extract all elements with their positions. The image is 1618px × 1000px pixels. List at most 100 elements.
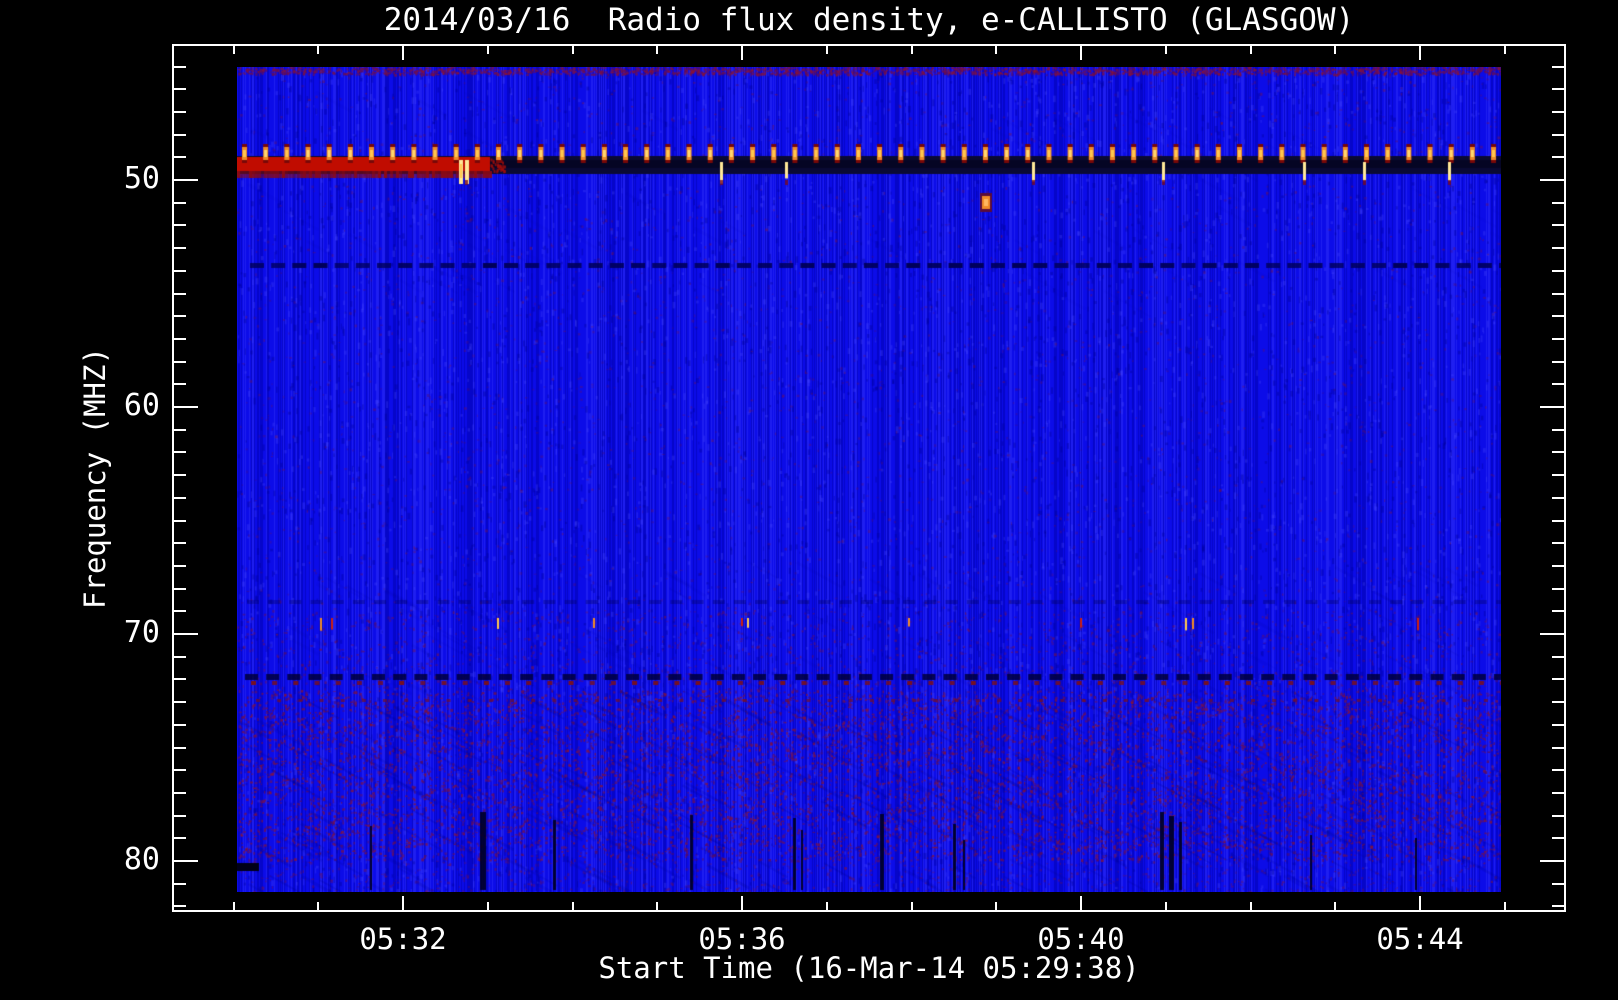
x-minor-tick — [487, 902, 489, 912]
y-minor-tick — [172, 610, 186, 612]
y-minor-tick-right — [1552, 678, 1566, 680]
y-axis-title: Frequency (MHZ) — [78, 347, 112, 609]
y-tick-label: 50 — [123, 161, 160, 196]
y-minor-tick-right — [1552, 383, 1566, 385]
x-minor-tick — [656, 902, 658, 912]
y-minor-tick — [172, 88, 186, 90]
y-minor-tick — [172, 338, 186, 340]
y-minor-tick — [172, 905, 186, 907]
y-minor-tick-right — [1552, 66, 1566, 68]
y-minor-tick-right — [1552, 134, 1566, 136]
y-minor-tick — [172, 111, 186, 113]
x-minor-tick — [572, 902, 574, 912]
y-minor-tick-right — [1552, 338, 1566, 340]
y-minor-tick — [172, 224, 186, 226]
y-minor-tick-right — [1552, 588, 1566, 590]
y-minor-tick — [172, 837, 186, 839]
y-tick-label: 60 — [123, 388, 160, 423]
y-minor-tick-right — [1552, 815, 1566, 817]
y-minor-tick — [172, 270, 186, 272]
y-minor-tick — [172, 542, 186, 544]
x-major-tick-top — [402, 44, 404, 60]
x-minor-tick-top — [487, 44, 489, 54]
y-minor-tick-right — [1552, 497, 1566, 499]
x-axis-title: Start Time (16-Mar-14 05:29:38) — [598, 951, 1140, 985]
y-minor-tick-right — [1552, 361, 1566, 363]
y-minor-tick-right — [1552, 905, 1566, 907]
x-minor-tick-top — [911, 44, 913, 54]
y-minor-tick-right — [1552, 474, 1566, 476]
y-minor-tick — [172, 247, 186, 249]
y-minor-tick-right — [1552, 565, 1566, 567]
y-minor-tick-right — [1552, 542, 1566, 544]
y-minor-tick-right — [1552, 724, 1566, 726]
y-minor-tick — [172, 883, 186, 885]
y-minor-tick — [172, 815, 186, 817]
x-minor-tick-top — [1334, 44, 1336, 54]
y-major-tick-right — [1540, 860, 1566, 862]
y-minor-tick — [172, 701, 186, 703]
x-minor-tick-top — [826, 44, 828, 54]
y-minor-tick — [172, 361, 186, 363]
y-tick-label: 80 — [123, 842, 160, 877]
y-minor-tick — [172, 315, 186, 317]
x-minor-tick-top — [317, 44, 319, 54]
y-minor-tick-right — [1552, 656, 1566, 658]
spectrogram-app-window: 2014/03/16 Radio flux density, e-CALLIST… — [0, 0, 1618, 1000]
x-major-tick-top — [1080, 44, 1082, 60]
y-minor-tick — [172, 383, 186, 385]
y-minor-tick — [172, 565, 186, 567]
x-minor-tick-top — [1504, 44, 1506, 54]
spectrogram-canvas — [237, 67, 1501, 892]
y-minor-tick — [172, 747, 186, 749]
y-minor-tick — [172, 293, 186, 295]
y-minor-tick-right — [1552, 610, 1566, 612]
y-minor-tick — [172, 134, 186, 136]
y-major-tick — [172, 179, 198, 181]
y-minor-tick — [172, 66, 186, 68]
x-minor-tick-top — [572, 44, 574, 54]
plot-title: 2014/03/16 Radio flux density, e-CALLIST… — [383, 2, 1355, 38]
y-major-tick — [172, 633, 198, 635]
x-minor-tick-top — [1250, 44, 1252, 54]
y-minor-tick-right — [1552, 792, 1566, 794]
y-minor-tick — [172, 792, 186, 794]
y-minor-tick-right — [1552, 747, 1566, 749]
x-minor-tick — [1165, 902, 1167, 912]
x-minor-tick — [233, 902, 235, 912]
x-major-tick — [741, 896, 743, 912]
y-minor-tick-right — [1552, 156, 1566, 158]
y-major-tick-right — [1540, 633, 1566, 635]
y-tick-label: 70 — [123, 615, 160, 650]
y-minor-tick — [172, 678, 186, 680]
y-minor-tick-right — [1552, 293, 1566, 295]
y-minor-tick — [172, 520, 186, 522]
x-major-tick — [1080, 896, 1082, 912]
y-minor-tick-right — [1552, 247, 1566, 249]
y-minor-tick-right — [1552, 111, 1566, 113]
y-minor-tick-right — [1552, 315, 1566, 317]
x-minor-tick — [317, 902, 319, 912]
y-major-tick-right — [1540, 406, 1566, 408]
y-major-tick — [172, 406, 198, 408]
y-minor-tick — [172, 724, 186, 726]
x-minor-tick — [1250, 902, 1252, 912]
x-minor-tick-top — [1165, 44, 1167, 54]
y-minor-tick — [172, 769, 186, 771]
x-minor-tick — [911, 902, 913, 912]
y-minor-tick-right — [1552, 224, 1566, 226]
x-minor-tick — [826, 902, 828, 912]
y-minor-tick-right — [1552, 701, 1566, 703]
y-minor-tick — [172, 202, 186, 204]
x-minor-tick — [1334, 902, 1336, 912]
y-minor-tick — [172, 474, 186, 476]
x-major-tick — [1419, 896, 1421, 912]
y-minor-tick-right — [1552, 429, 1566, 431]
x-major-tick — [402, 896, 404, 912]
y-minor-tick — [172, 451, 186, 453]
y-minor-tick — [172, 429, 186, 431]
y-minor-tick — [172, 588, 186, 590]
y-minor-tick — [172, 497, 186, 499]
y-minor-tick-right — [1552, 88, 1566, 90]
y-major-tick-right — [1540, 179, 1566, 181]
